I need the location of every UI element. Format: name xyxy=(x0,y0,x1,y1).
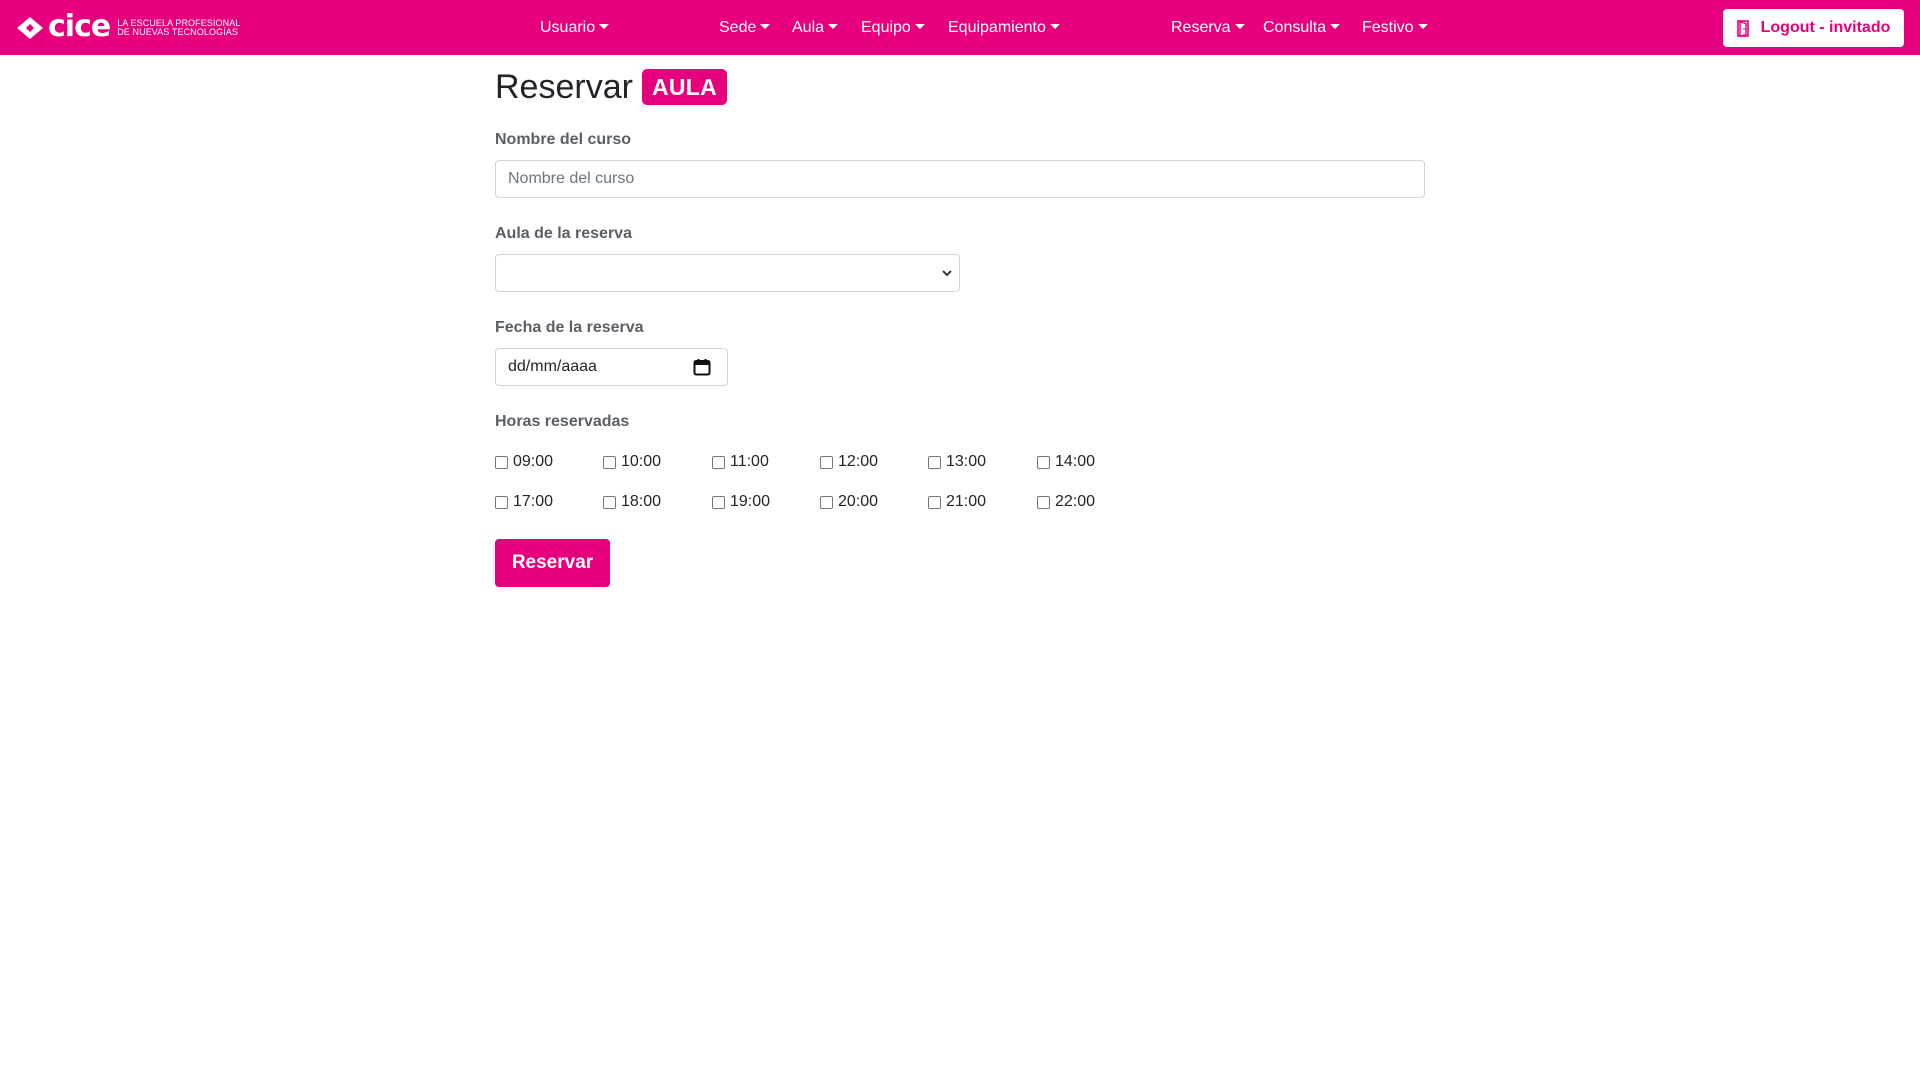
caret-down-icon xyxy=(914,24,925,29)
caret-down-icon xyxy=(1234,24,1245,29)
nav-aula-dropdown[interactable]: Aula xyxy=(792,17,839,39)
hour-label: 22:00 xyxy=(1055,493,1096,510)
nav-festivo-label: Festivo xyxy=(1362,19,1414,36)
caret-down-icon xyxy=(1330,24,1341,29)
nav-equipo-dropdown[interactable]: Equipo xyxy=(861,17,925,39)
hour-checkbox-1700[interactable]: 17:00 xyxy=(495,492,553,512)
checkbox[interactable] xyxy=(712,455,725,469)
caret-down-icon xyxy=(1417,24,1428,29)
brand-wordmark: cice xyxy=(48,8,111,44)
checkbox[interactable] xyxy=(495,495,508,509)
nav-aula-label: Aula xyxy=(792,19,825,36)
checkbox[interactable] xyxy=(820,495,833,509)
checkbox[interactable] xyxy=(495,455,508,469)
checkbox[interactable] xyxy=(820,455,833,469)
nav-usuario-label: Usuario xyxy=(540,19,596,36)
logout-button[interactable]: Logout - invitado xyxy=(1723,9,1904,47)
checkbox[interactable] xyxy=(928,455,941,469)
date-input[interactable]: dd/mm/aaaa xyxy=(495,348,728,386)
nav-sede-dropdown[interactable]: Sede xyxy=(719,17,771,39)
hour-label: 10:00 xyxy=(621,453,662,470)
brand-tagline-line2: DE NUEVAS TECNOLOGÍAS xyxy=(117,27,238,37)
brand-logo[interactable]: cice LA ESCUELA PROFESIONAL DE NUEVAS TE… xyxy=(16,8,240,44)
hour-label: 11:00 xyxy=(730,453,769,470)
hour-checkbox-2000[interactable]: 20:00 xyxy=(820,492,878,512)
cice-logo-icon xyxy=(17,17,43,39)
hour-checkbox-1200[interactable]: 12:00 xyxy=(820,452,878,472)
classroom-select[interactable] xyxy=(495,254,960,292)
nav-festivo-dropdown[interactable]: Festivo xyxy=(1362,17,1428,39)
checkbox[interactable] xyxy=(603,495,616,509)
chevron-down-icon xyxy=(942,270,952,277)
hour-label: 21:00 xyxy=(946,493,987,510)
hour-label: 13:00 xyxy=(946,453,987,470)
nav-consulta-label: Consulta xyxy=(1263,19,1327,36)
hour-label: 14:00 xyxy=(1055,453,1096,470)
checkbox[interactable] xyxy=(1037,455,1050,469)
hour-checkbox-1300[interactable]: 13:00 xyxy=(928,452,986,472)
course-name-input[interactable]: Nombre del curso xyxy=(495,160,1425,198)
nav-reserva-label: Reserva xyxy=(1171,19,1231,36)
hour-checkbox-1100[interactable]: 11:00 xyxy=(712,452,769,472)
hour-label: 18:00 xyxy=(621,493,662,510)
hour-label: 19:00 xyxy=(730,493,771,510)
door-icon xyxy=(1736,19,1749,37)
hour-label: 09:00 xyxy=(513,453,554,470)
hour-checkbox-1400[interactable]: 14:00 xyxy=(1037,452,1095,472)
hour-checkbox-1800[interactable]: 18:00 xyxy=(603,492,661,512)
caret-down-icon xyxy=(1049,24,1060,29)
nav-usuario-dropdown[interactable]: Usuario xyxy=(540,17,610,39)
date-value: dd/mm/aaaa xyxy=(508,358,597,375)
caret-down-icon xyxy=(599,24,610,29)
top-navbar: cice LA ESCUELA PROFESIONAL DE NUEVAS TE… xyxy=(0,0,1920,55)
page-title: Reservar AULA xyxy=(495,65,728,109)
nav-consulta-dropdown[interactable]: Consulta xyxy=(1263,17,1341,39)
logout-label: Logout - invitado xyxy=(1760,19,1891,36)
checkbox[interactable] xyxy=(1037,495,1050,509)
nav-equipo-label: Equipo xyxy=(861,19,911,36)
brand-tagline: LA ESCUELA PROFESIONAL DE NUEVAS TECNOLO… xyxy=(117,18,240,38)
hour-checkbox-2200[interactable]: 22:00 xyxy=(1037,492,1095,512)
page-title-badge: AULA xyxy=(641,69,728,105)
caret-down-icon xyxy=(828,24,839,29)
hour-label: 12:00 xyxy=(838,453,879,470)
hour-label: 17:00 xyxy=(513,493,554,510)
nav-equipamiento-label: Equipamiento xyxy=(948,19,1046,36)
nav-reserva-dropdown[interactable]: Reserva xyxy=(1171,17,1245,39)
classroom-label: Aula de la reserva xyxy=(495,225,632,242)
nav-sede-label: Sede xyxy=(719,19,757,36)
hour-checkbox-2100[interactable]: 21:00 xyxy=(928,492,986,512)
course-name-placeholder: Nombre del curso xyxy=(508,170,635,187)
calendar-icon[interactable] xyxy=(693,358,711,376)
hour-checkbox-1900[interactable]: 19:00 xyxy=(712,492,770,512)
date-label: Fecha de la reserva xyxy=(495,319,644,336)
caret-down-icon xyxy=(760,24,771,29)
nav-equipamiento-dropdown[interactable]: Equipamiento xyxy=(948,17,1060,39)
hour-label: 20:00 xyxy=(838,493,879,510)
hours-label: Horas reservadas xyxy=(495,413,630,430)
checkbox[interactable] xyxy=(712,495,725,509)
checkbox[interactable] xyxy=(603,455,616,469)
hour-checkbox-0900[interactable]: 09:00 xyxy=(495,452,553,472)
hour-checkbox-1000[interactable]: 10:00 xyxy=(603,452,661,472)
reservar-submit-button[interactable]: Reservar xyxy=(495,539,610,587)
page-title-text: Reservar xyxy=(495,68,633,106)
course-name-label: Nombre del curso xyxy=(495,131,632,148)
checkbox[interactable] xyxy=(928,495,941,509)
